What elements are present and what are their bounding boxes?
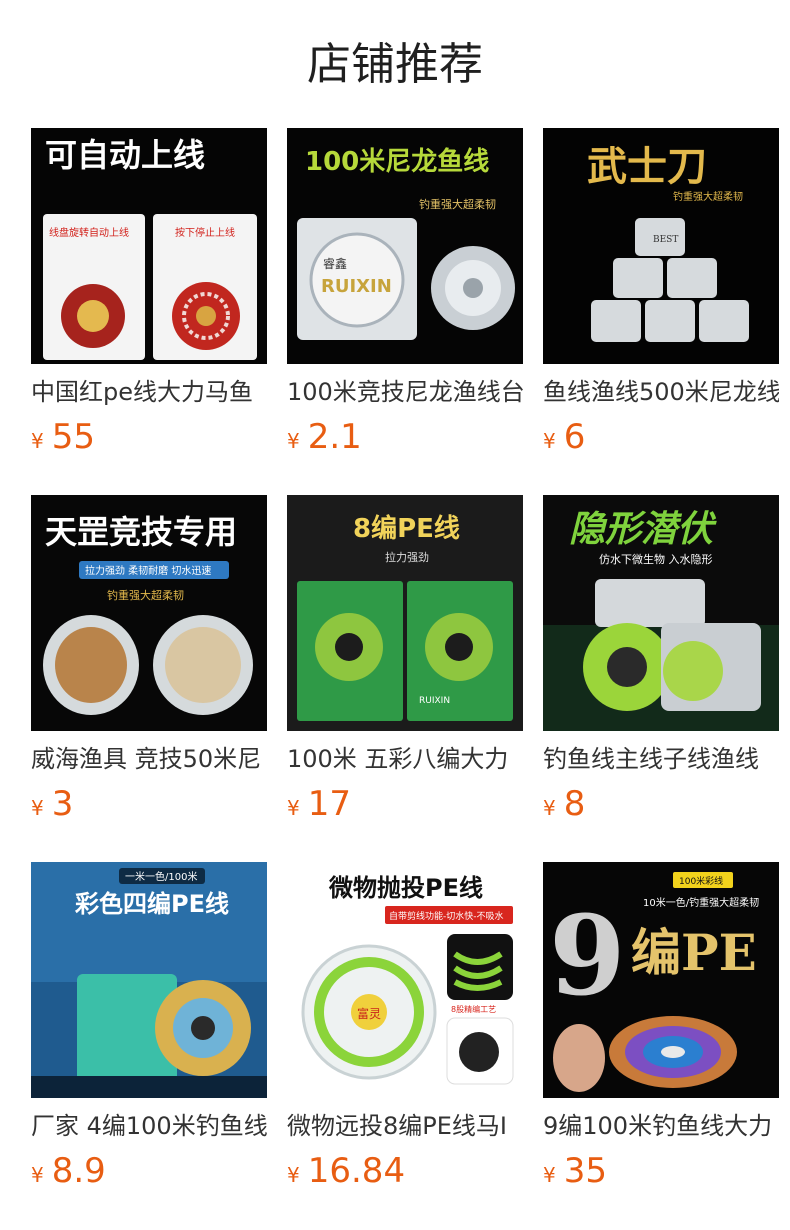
product-price: ¥6 [543,414,585,460]
currency-symbol: ¥ [543,1163,556,1187]
image-caption: 微物抛投PE线 [328,874,483,902]
image-caption: 8股精编工艺 [451,1004,496,1014]
currency-symbol: ¥ [31,796,44,820]
price-value: 3 [51,784,74,824]
product-card[interactable]: 100米尼龙鱼线 钓重强大超柔韧 睿鑫 RUIXIN 100米竞技尼龙渔线台 ¥… [287,128,523,468]
image-caption: RUIXIN [419,696,450,706]
product-image[interactable]: 100米尼龙鱼线 钓重强大超柔韧 睿鑫 RUIXIN [287,128,523,364]
currency-symbol: ¥ [287,1163,300,1187]
currency-symbol: ¥ [543,429,556,453]
product-image[interactable]: 8编PE线 拉力强劲 RUIXIN [287,495,523,731]
product-card[interactable]: 微物抛投PE线 自带剪线功能-切水快-不吸水 富灵 8股精编工艺 微物远投8编P… [287,862,523,1202]
product-card[interactable]: 隐形潜伏 仿水下微生物 入水隐形 钓鱼线主线子线渔线 ¥8 [543,495,779,835]
product-price: ¥55 [31,414,95,460]
product-card[interactable]: 8编PE线 拉力强劲 RUIXIN 100米 五彩八编大力 ¥17 [287,495,523,835]
image-caption: 按下停止上线 [175,226,235,239]
currency-symbol: ¥ [31,429,44,453]
product-price: ¥17 [287,781,351,827]
currency-symbol: ¥ [287,429,300,453]
product-name[interactable]: 厂家 4编100米钓鱼线 [31,1108,267,1144]
product-name[interactable]: 100米竞技尼龙渔线台 [287,374,523,410]
image-caption: 拉力强劲 柔韧耐磨 切水迅速 [85,564,211,577]
currency-symbol: ¥ [31,1163,44,1187]
image-caption: 钓重强大超柔韧 [107,588,184,602]
product-price: ¥8 [543,781,585,827]
product-image[interactable]: 一米一色/100米 彩色四编PE线 [31,862,267,1098]
image-caption: 线盘旋转自动上线 [49,226,129,239]
price-value: 6 [563,417,586,457]
image-caption: 9 [549,891,626,1020]
image-caption: 富灵 [357,1006,381,1021]
product-price: ¥16.84 [287,1148,405,1194]
product-price: ¥3 [31,781,73,827]
image-caption: 100米尼龙鱼线 [305,147,489,177]
product-image[interactable]: 100米彩线 10米一色/钓重强大超柔韧 9 编PE [543,862,779,1098]
price-value: 16.84 [307,1151,406,1191]
product-card[interactable]: 100米彩线 10米一色/钓重强大超柔韧 9 编PE 9编100米钓鱼线大力 ¥… [543,862,779,1202]
product-name[interactable]: 威海渔具 竞技50米尼 [31,741,267,777]
product-card[interactable]: 天罡竞技专用 拉力强劲 柔韧耐磨 切水迅速 钓重强大超柔韧 威海渔具 竞技50米… [31,495,267,835]
image-caption: 自带剪线功能-切水快-不吸水 [389,910,504,922]
price-value: 8.9 [51,1151,106,1191]
product-card[interactable]: 武士刀 钓重强大超柔韧 BEST 鱼线渔线500米尼龙线 ¥6 [543,128,779,468]
image-caption: 隐形潜伏 [569,509,717,550]
product-name[interactable]: 钓鱼线主线子线渔线 [543,741,779,777]
price-value: 8 [563,784,586,824]
product-name[interactable]: 中国红pe线大力马鱼 [31,374,267,410]
image-caption: 天罡竞技专用 [45,513,237,551]
image-caption: 一米一色/100米 [125,870,197,883]
product-price: ¥35 [543,1148,607,1194]
product-price: ¥8.9 [31,1148,106,1194]
currency-symbol: ¥ [287,796,300,820]
image-caption: 彩色四编PE线 [74,890,229,918]
currency-symbol: ¥ [543,796,556,820]
image-caption: 100米彩线 [679,875,723,887]
image-caption: 10米一色/钓重强大超柔韧 [643,896,759,909]
image-caption: BEST [653,235,678,245]
price-value: 55 [51,417,95,457]
price-value: 17 [307,784,351,824]
price-value: 2.1 [307,417,362,457]
image-caption: 钓重强大超柔韧 [419,197,496,211]
product-image[interactable]: 可自动上线 线盘旋转自动上线 按下停止上线 [31,128,267,364]
product-image[interactable]: 天罡竞技专用 拉力强劲 柔韧耐磨 切水迅速 钓重强大超柔韧 [31,495,267,731]
product-image[interactable]: 武士刀 钓重强大超柔韧 BEST [543,128,779,364]
image-caption: RUIXIN [321,276,392,297]
image-caption: 仿水下微生物 入水隐形 [599,552,713,566]
image-caption: 武士刀 [587,144,707,190]
image-caption: 编PE [631,923,757,982]
product-price: ¥2.1 [287,414,362,460]
product-name[interactable]: 微物远投8编PE线马I [287,1108,523,1144]
section-title: 店铺推荐 [307,39,483,90]
product-name[interactable]: 100米 五彩八编大力 [287,741,523,777]
image-caption: 睿鑫 [323,256,347,271]
image-caption: 8编PE线 [353,513,460,544]
price-value: 35 [563,1151,607,1191]
image-caption: 拉力强劲 [385,550,429,564]
product-name[interactable]: 鱼线渔线500米尼龙线 [543,374,779,410]
product-name[interactable]: 9编100米钓鱼线大力 [543,1108,779,1144]
image-caption: 钓重强大超柔韧 [673,190,743,203]
image-caption: 可自动上线 [45,136,205,174]
product-card[interactable]: 一米一色/100米 彩色四编PE线 厂家 4编100米钓鱼线 ¥8.9 [31,862,267,1202]
product-image[interactable]: 微物抛投PE线 自带剪线功能-切水快-不吸水 富灵 8股精编工艺 [287,862,523,1098]
product-image[interactable]: 隐形潜伏 仿水下微生物 入水隐形 [543,495,779,731]
product-card[interactable]: 可自动上线 线盘旋转自动上线 按下停止上线 中国红pe线大力马鱼 ¥55 [31,128,267,468]
